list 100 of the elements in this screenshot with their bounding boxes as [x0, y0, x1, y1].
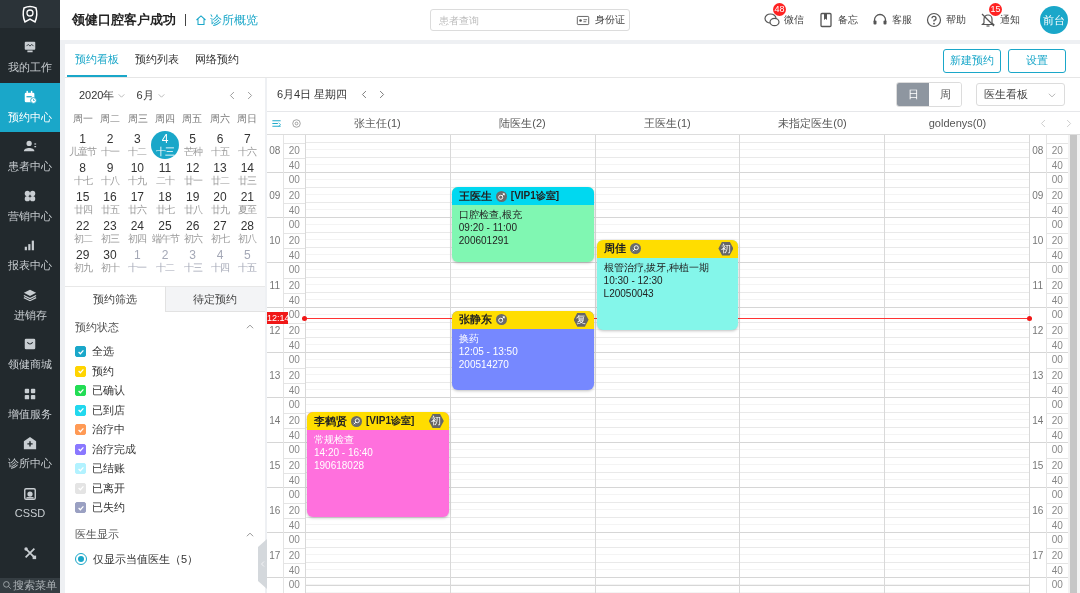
calendar-day[interactable]: 17 廿六	[123, 189, 151, 216]
nav-item[interactable]: CSSD	[0, 478, 60, 529]
toolbar-button[interactable]: 备忘	[818, 12, 858, 28]
calendar-day[interactable]: 1 儿童节	[69, 131, 97, 158]
appointment-card[interactable]: 李鹤贤 [VIP1诊室] 初 常规检查 14:20 - 16:40 190618028	[307, 412, 449, 517]
chevron-left-icon	[258, 560, 267, 568]
hour-label: 15	[269, 460, 281, 471]
minute-label: 40	[283, 293, 305, 308]
hour-label: 14	[269, 415, 281, 426]
minute-label: 40	[283, 158, 305, 173]
visit-badge: 初	[428, 414, 444, 428]
minute-label: 20	[1046, 503, 1068, 518]
check-icon	[76, 464, 85, 473]
hour-label: 17	[1032, 550, 1044, 561]
collapse-handle[interactable]	[258, 539, 267, 589]
help-icon	[926, 12, 942, 28]
calendar-day[interactable]: 26 初六	[179, 218, 207, 245]
chat-icon	[764, 12, 780, 28]
nav-item[interactable]: 患者中心	[0, 132, 60, 182]
calendar-day[interactable]: 24 初四	[123, 218, 151, 245]
checkbox[interactable]	[75, 346, 86, 358]
calendar-day[interactable]: 15 廿四	[69, 189, 97, 216]
filter-tab[interactable]: 待定预约	[164, 286, 265, 312]
scrollbar[interactable]	[1068, 135, 1080, 593]
female-symbol-icon	[629, 243, 641, 254]
minute-label: 20	[283, 143, 305, 158]
weekday-label: 周四	[154, 112, 176, 126]
calendar-day[interactable]: 28 初八	[233, 218, 261, 245]
calendar-day[interactable]: 5 芒种	[179, 131, 207, 158]
checkbox[interactable]	[75, 502, 86, 514]
nav-item[interactable]: 增值服务	[0, 379, 60, 430]
hour-label: 15	[1032, 460, 1044, 471]
nav-item[interactable]: 我的工作	[0, 33, 60, 83]
appointment-card[interactable]: 王医生 [VIP1诊室] 口腔检查,根充 09:20 - 11:00 200601291	[451, 187, 594, 262]
calendar-day[interactable]: 10 十九	[123, 160, 151, 187]
weekday-label: 周一	[71, 112, 94, 126]
calendar-day[interactable]: 6 十五	[206, 131, 234, 158]
year-select[interactable]: 2020年	[79, 87, 127, 103]
minute-label: 00	[287, 353, 301, 367]
hour-label: 17	[269, 550, 281, 561]
check-icon	[76, 406, 85, 415]
nav-item[interactable]: 报表中心	[0, 231, 60, 281]
tab[interactable]: 网络预约	[187, 44, 247, 77]
patient-name: 张静东	[458, 312, 492, 328]
book-icon	[818, 12, 834, 28]
nav-item[interactable]: 诊所中心	[0, 429, 60, 479]
tab[interactable]: 预约列表	[127, 44, 187, 77]
visit-badge: 复	[573, 312, 589, 327]
weekday-label: 周二	[99, 112, 122, 126]
logo-icon	[20, 4, 40, 25]
calendar-day[interactable]: 7 十六	[233, 131, 261, 158]
toolbar-button[interactable]: 客服	[872, 12, 912, 28]
calendar-day[interactable]: 21 夏至	[233, 189, 261, 216]
minute-label: 00	[1050, 173, 1064, 187]
calendar-day[interactable]: 20 廿九	[206, 189, 234, 216]
nav-item[interactable]: 领健商城	[0, 330, 60, 380]
calendar-day[interactable]: 8 十七	[69, 160, 97, 187]
nav-item[interactable]: 营销中心	[0, 181, 60, 232]
board-select[interactable]: 医生看板	[976, 83, 1065, 106]
hour-label: 12	[269, 325, 281, 336]
calendar-day[interactable]: 30 初十	[96, 247, 124, 274]
calendar-day[interactable]: 27 初七	[206, 218, 234, 245]
calendar-day[interactable]: 9 十八	[96, 160, 124, 187]
minute-label: 20	[283, 188, 305, 203]
treatment-text: 口腔检查,根充	[458, 209, 523, 221]
layers-icon	[23, 287, 37, 302]
checkbox[interactable]	[75, 385, 86, 397]
calendar-day[interactable]: 14 廿三	[233, 160, 261, 187]
appointment-card[interactable]: 周佳 初 根管治疗,拔牙,种植一期 10:30 - 12:30 L20050043	[596, 239, 739, 330]
search-field[interactable]: 搜索菜单	[0, 577, 60, 593]
calendar-day[interactable]: 25 端午节	[151, 218, 179, 245]
calendar-day[interactable]: 23 初三	[96, 218, 124, 245]
appointment-card[interactable]: 张静东 复 换药 12:05 - 13:50 200514270	[451, 310, 594, 390]
minute-label: 40	[1046, 293, 1068, 308]
hour-label: 13	[269, 370, 281, 381]
nav-item[interactable]: 进销存	[0, 280, 60, 331]
record-number: 200514270	[458, 358, 510, 371]
minute-label: 00	[1050, 353, 1064, 367]
calendar-day[interactable]: 19 廿八	[179, 189, 207, 216]
minute-label: 20	[1046, 548, 1068, 563]
id-card-button[interactable]: 身份证	[575, 13, 625, 27]
checkbox[interactable]	[75, 404, 86, 416]
checkbox-label: 预约	[92, 363, 114, 379]
month-select[interactable]: 6月	[136, 87, 166, 103]
checkbox[interactable]	[75, 424, 86, 436]
minute-label: 00	[287, 488, 301, 502]
checkbox-label: 全选	[92, 344, 114, 360]
checkbox[interactable]	[75, 443, 86, 455]
calendar-day[interactable]: 29 初九	[69, 247, 97, 274]
minute-label: 00	[1050, 578, 1064, 592]
count-badge: 48	[773, 3, 786, 16]
checkbox-label: 已确认	[92, 383, 125, 399]
check-icon	[76, 367, 85, 376]
patient-name: 王医生	[458, 188, 492, 204]
calendar-day[interactable]: 16 廿五	[96, 189, 124, 216]
calendar-day[interactable]: 18 廿七	[151, 189, 179, 216]
calendar-day[interactable]: 22 初二	[69, 218, 97, 245]
column-header: 陆医生(2)	[498, 115, 547, 131]
toolbar-button[interactable]: 帮助	[926, 12, 966, 28]
collapse-button[interactable]	[245, 322, 255, 332]
